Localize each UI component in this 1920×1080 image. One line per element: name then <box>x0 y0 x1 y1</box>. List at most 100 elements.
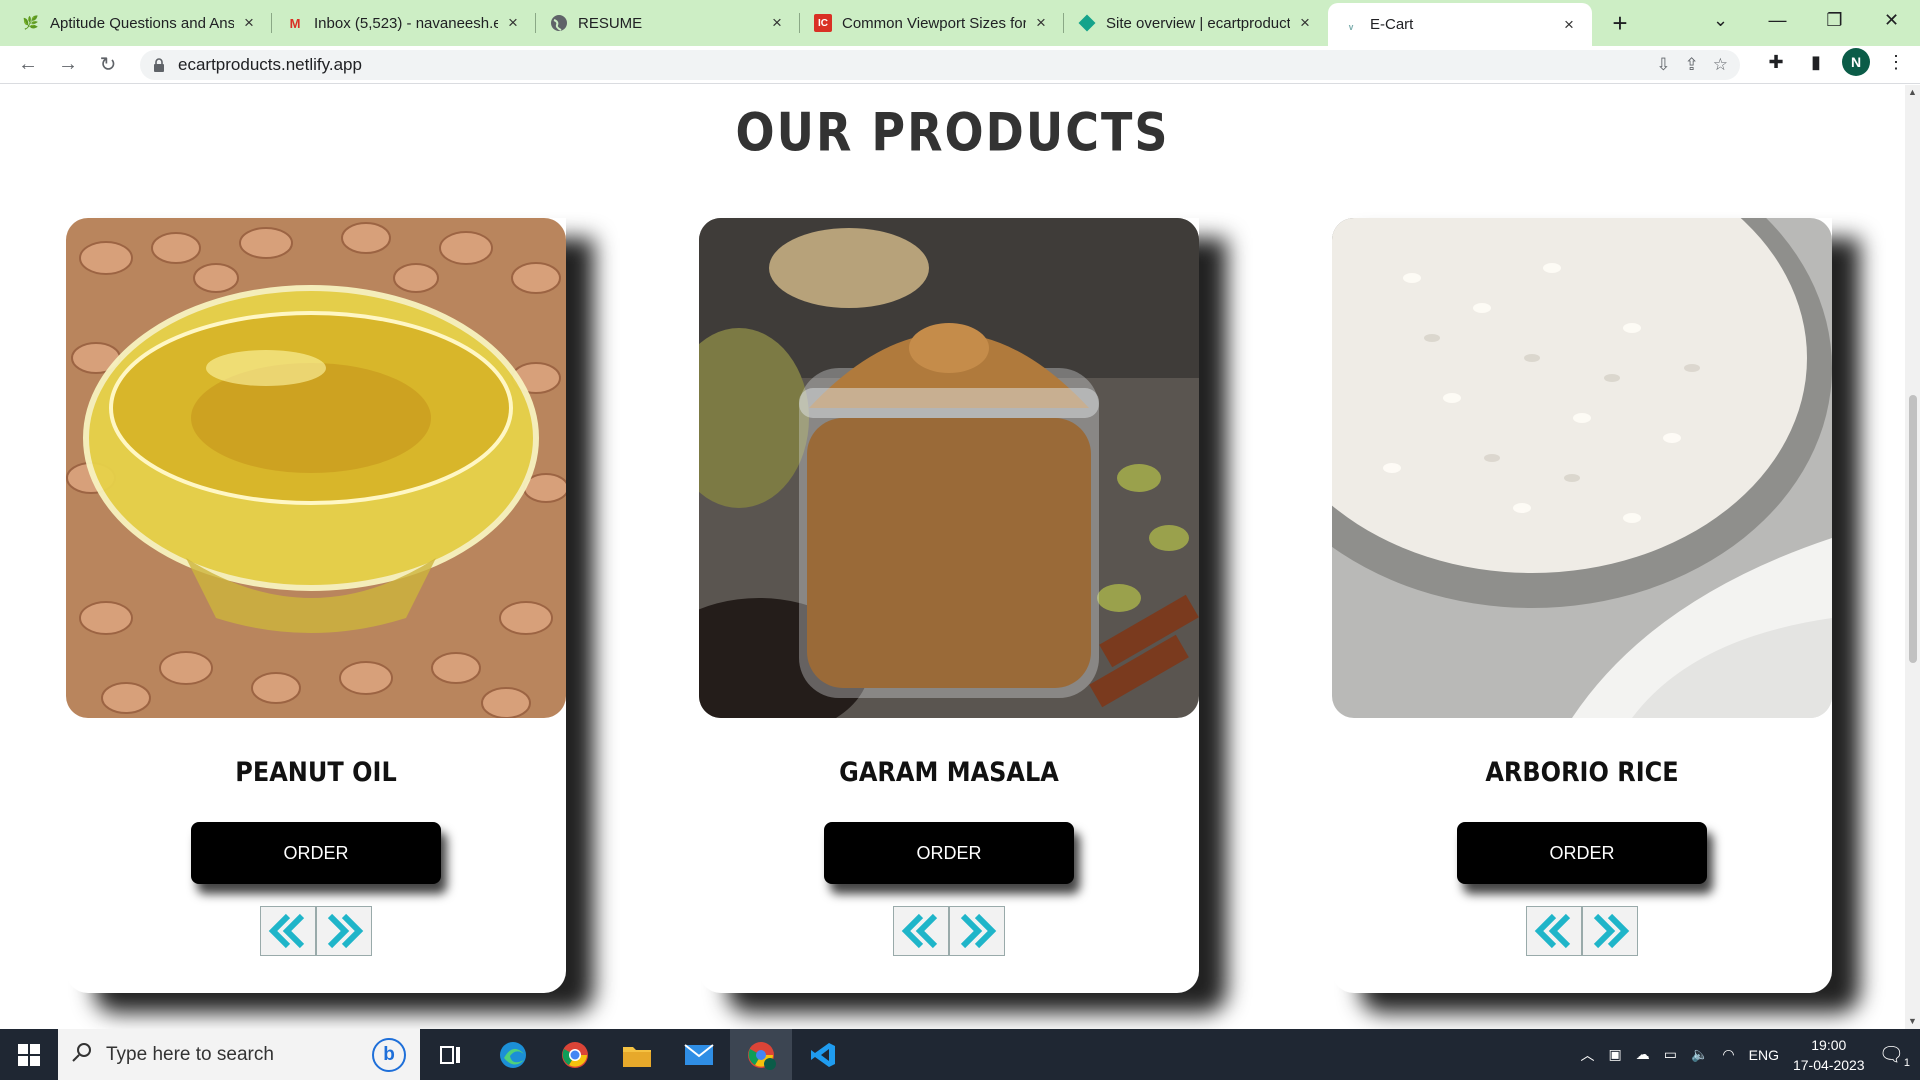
tab-strip: 🌿 Aptitude Questions and Answers × M Inb… <box>0 0 1920 46</box>
page-viewport: OUR PRODUCTS PEANUT OIL ORDER GARAM MASA… <box>0 85 1905 1029</box>
bookmark-star-icon[interactable]: ☆ <box>1713 55 1728 75</box>
double-chevron-right-icon <box>1593 913 1630 949</box>
product-card: GARAM MASALA ORDER <box>699 218 1199 993</box>
clock-time: 19:00 <box>1811 1036 1847 1053</box>
tab-search-icon[interactable]: ⌄ <box>1692 0 1749 40</box>
vscode-icon[interactable] <box>792 1029 854 1080</box>
order-button[interactable]: ORDER <box>1457 822 1707 884</box>
order-button[interactable]: ORDER <box>191 822 441 884</box>
side-panel-icon[interactable]: ▮ <box>1802 48 1830 76</box>
tab-title: E-Cart <box>1370 16 1414 33</box>
double-chevron-left-icon <box>901 913 938 949</box>
new-tab-button[interactable]: + <box>1600 3 1640 43</box>
double-chevron-right-icon <box>960 913 997 949</box>
tab-resume[interactable]: RESUME × <box>536 3 800 43</box>
chevron-up-icon[interactable]: ︿ <box>1581 1045 1595 1065</box>
order-button[interactable]: ORDER <box>824 822 1074 884</box>
tab-site-overview[interactable]: Site overview | ecartproducts × <box>1064 3 1328 43</box>
tab-title: Common Viewport Sizes for <box>842 14 1026 32</box>
minimize-button[interactable]: — <box>1749 0 1806 40</box>
next-button[interactable] <box>949 906 1005 956</box>
previous-button[interactable] <box>893 906 949 956</box>
ic-icon: IC <box>814 14 832 32</box>
arborio-rice-image <box>1332 218 1832 718</box>
clock[interactable]: 19:00 17-04-2023 <box>1793 1035 1865 1075</box>
scroll-down-icon[interactable]: ▼ <box>1905 1014 1920 1029</box>
mail-icon[interactable] <box>668 1029 730 1080</box>
product-image <box>1332 218 1832 718</box>
reload-icon[interactable]: ↻ <box>88 48 128 82</box>
url-text[interactable]: ecartproducts.netlify.app <box>178 55 362 75</box>
lock-icon[interactable] <box>152 58 166 72</box>
meet-now-icon[interactable]: ▣ <box>1609 1046 1622 1063</box>
close-icon[interactable]: × <box>1560 15 1578 35</box>
wifi-icon[interactable]: ◠ <box>1722 1046 1734 1063</box>
carousel-controls <box>893 906 1005 956</box>
file-explorer-icon[interactable] <box>606 1029 668 1080</box>
extensions-icon[interactable]: ✚ <box>1762 48 1790 76</box>
share-icon[interactable]: ⇪ <box>1685 55 1699 75</box>
forward-icon[interactable]: → <box>48 48 88 82</box>
close-icon[interactable]: × <box>1296 13 1314 33</box>
tab-title: Inbox (5,523) - navaneesh.e <box>314 14 498 32</box>
product-image <box>699 218 1199 718</box>
battery-icon[interactable]: ▭ <box>1664 1046 1677 1063</box>
windows-start-icon[interactable] <box>0 1029 58 1080</box>
product-card: PEANUT OIL ORDER <box>66 218 566 993</box>
tab-ecart[interactable]: ᵥ E-Cart × <box>1328 3 1592 46</box>
task-view-icon[interactable] <box>420 1029 482 1080</box>
next-button[interactable] <box>316 906 372 956</box>
close-icon[interactable]: × <box>240 13 258 33</box>
search-placeholder: Type here to search <box>106 1043 274 1065</box>
page-title: OUR PRODUCTS <box>735 100 1170 164</box>
peanut-oil-image <box>66 218 566 718</box>
product-name: PEANUT OIL <box>235 756 397 788</box>
carousel-controls <box>1526 906 1638 956</box>
maximize-button[interactable]: ❐ <box>1806 0 1863 40</box>
clock-date: 17-04-2023 <box>1792 1056 1865 1073</box>
double-chevron-right-icon <box>327 913 364 949</box>
gmail-icon: M <box>289 15 301 31</box>
garam-masala-image <box>699 218 1199 718</box>
window-controls: ⌄ — ❐ ✕ <box>1692 0 1920 40</box>
tab-title: Site overview | ecartproducts <box>1106 14 1290 32</box>
ecart-icon: ᵥ <box>1348 17 1354 32</box>
next-button[interactable] <box>1582 906 1638 956</box>
chrome-profile-icon[interactable] <box>730 1029 792 1080</box>
taskbar: Type here to search b ︿ ▣ ☁ ▭ 🔈 ◠ ENG 19… <box>0 1029 1920 1080</box>
notification-icon[interactable]: 🗨 1 <box>1879 1042 1910 1069</box>
close-icon[interactable]: × <box>504 13 522 33</box>
chrome-icon[interactable] <box>544 1029 606 1080</box>
product-card: ARBORIO RICE ORDER <box>1332 218 1832 993</box>
close-icon[interactable]: × <box>1032 13 1050 33</box>
scrollbar-thumb[interactable] <box>1909 395 1917 663</box>
install-icon[interactable]: ⇩ <box>1656 55 1670 75</box>
previous-button[interactable] <box>260 906 316 956</box>
bing-icon[interactable]: b <box>372 1037 406 1072</box>
language-indicator[interactable]: ENG <box>1749 1047 1779 1063</box>
product-image <box>66 218 566 718</box>
edge-icon[interactable] <box>482 1029 544 1080</box>
avatar[interactable]: N <box>1842 48 1870 76</box>
back-icon[interactable]: ← <box>8 48 48 82</box>
scroll-up-icon[interactable]: ▲ <box>1905 85 1920 100</box>
taskbar-search[interactable]: Type here to search b <box>58 1029 420 1080</box>
carousel-controls <box>260 906 372 956</box>
menu-icon[interactable]: ⋮ <box>1882 48 1910 76</box>
tab-inbox[interactable]: M Inbox (5,523) - navaneesh.e × <box>272 3 536 43</box>
tab-aptitude[interactable]: 🌿 Aptitude Questions and Answers × <box>8 3 272 43</box>
previous-button[interactable] <box>1526 906 1582 956</box>
speaker-icon[interactable]: 🔈 <box>1691 1046 1708 1063</box>
double-chevron-left-icon <box>268 913 305 949</box>
search-icon <box>72 1042 92 1068</box>
globe-icon <box>550 14 568 32</box>
notification-count: 1 <box>1903 1057 1910 1069</box>
tab-viewport[interactable]: IC Common Viewport Sizes for × <box>800 3 1064 43</box>
onedrive-icon[interactable]: ☁ <box>1636 1046 1650 1063</box>
close-icon[interactable]: × <box>768 13 786 33</box>
product-name: GARAM MASALA <box>839 756 1059 788</box>
window-close-button[interactable]: ✕ <box>1863 0 1920 40</box>
page-scrollbar[interactable]: ▲ ▼ <box>1905 85 1920 1029</box>
tab-title: RESUME <box>578 14 643 32</box>
address-bar[interactable]: ecartproducts.netlify.app ⇩ ⇪ ☆ <box>140 50 1740 80</box>
